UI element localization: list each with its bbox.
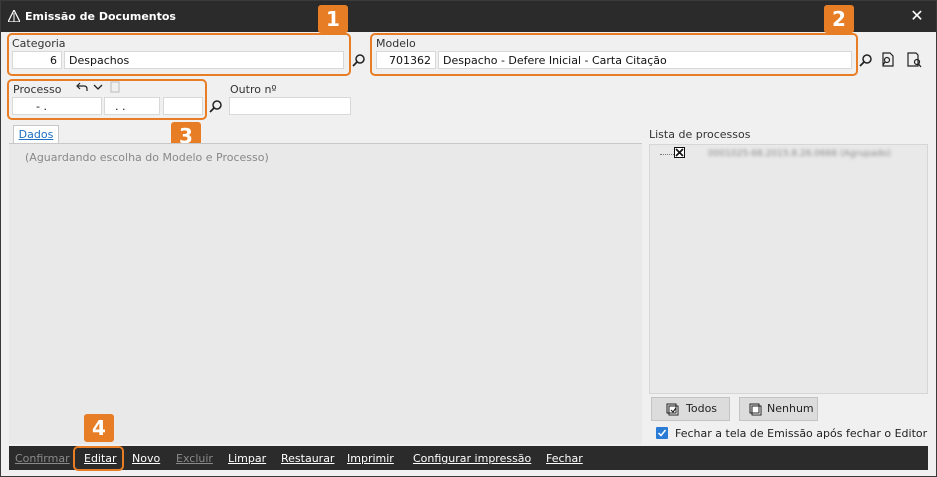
- bottom-toolbar: Confirmar Editar Novo Excluir Limpar Res…: [9, 446, 928, 470]
- callout-badge-4: 4: [84, 414, 114, 442]
- search-icon[interactable]: [352, 53, 366, 67]
- confirmar-button[interactable]: Confirmar: [15, 452, 70, 465]
- search-icon[interactable]: [859, 53, 873, 67]
- todos-button[interactable]: Todos: [651, 397, 730, 421]
- app-icon: [8, 10, 20, 22]
- close-icon[interactable]: ✕: [906, 5, 928, 27]
- outro-input[interactable]: [229, 97, 351, 115]
- tree-line: [660, 154, 674, 155]
- excluir-button[interactable]: Excluir: [176, 452, 213, 465]
- fechar-checkbox[interactable]: [656, 427, 668, 439]
- configurar-impressao-button[interactable]: Configurar impressão: [413, 452, 531, 465]
- window-title: Emissão de Documentos: [25, 10, 176, 23]
- highlight-box-1: [7, 33, 351, 76]
- callout-badge-2: 2: [824, 5, 854, 33]
- novo-button[interactable]: Novo: [132, 452, 160, 465]
- search-list-icon[interactable]: [906, 52, 922, 68]
- todos-label: Todos: [686, 402, 718, 415]
- fechar-button[interactable]: Fechar: [546, 452, 583, 465]
- search-doc-icon[interactable]: [880, 52, 896, 68]
- callout-badge-1: 1: [318, 5, 348, 33]
- check-icon: [657, 429, 667, 437]
- dados-panel: (Aguardando escolha do Modelo e Processo…: [9, 143, 642, 444]
- tab-dados[interactable]: Dados: [13, 125, 59, 144]
- restaurar-button[interactable]: Restaurar: [281, 452, 334, 465]
- fechar-checkbox-label[interactable]: Fechar a tela de Emissão após fechar o E…: [675, 427, 927, 440]
- select-none-icon: [749, 403, 762, 416]
- lista-title: Lista de processos: [649, 128, 751, 141]
- checkbox-icon[interactable]: [674, 147, 685, 158]
- limpar-button[interactable]: Limpar: [228, 452, 266, 465]
- highlight-box-2: [370, 33, 858, 76]
- imprimir-button[interactable]: Imprimir: [347, 452, 394, 465]
- highlight-box-3: [7, 79, 207, 120]
- dados-placeholder: (Aguardando escolha do Modelo e Processo…: [25, 151, 269, 164]
- search-icon[interactable]: [209, 99, 223, 113]
- title-bar: Emissão de Documentos ✕: [1, 1, 936, 32]
- outro-label: Outro nº: [230, 83, 277, 96]
- select-all-icon: [666, 403, 679, 416]
- list-item[interactable]: 0001025-68.2015.8.26.0666 (Agrupado): [708, 149, 900, 159]
- highlight-box-4: [73, 446, 124, 471]
- nenhum-label: Nenhum: [767, 402, 814, 415]
- emissao-window: Emissão de Documentos ✕ Categoria 6 Desp…: [0, 0, 937, 477]
- lista-panel: 0001025-68.2015.8.26.0666 (Agrupado): [649, 144, 928, 394]
- nenhum-button[interactable]: Nenhum: [739, 397, 818, 421]
